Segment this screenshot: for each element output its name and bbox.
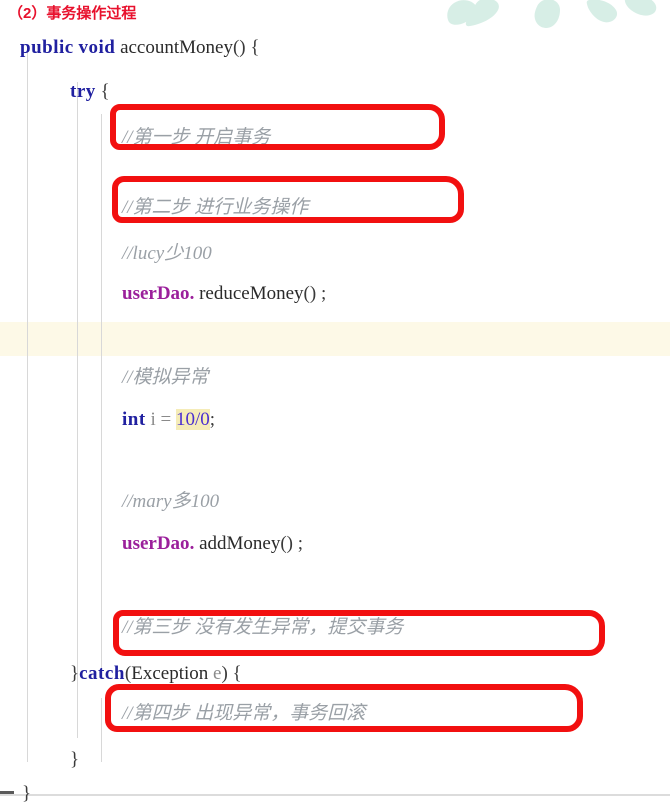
code-line-19[interactable]: } [22,784,31,803]
page-title: （2）事务操作过程 [8,5,137,22]
code-line-6-comment-lucy[interactable]: //lucy少100 [122,244,212,263]
keyword-public: public [20,37,74,58]
code-line-12-comment-mary[interactable]: //mary多100 [122,492,219,511]
field-userDao: userDao [122,283,190,304]
brace-close-method: } [22,783,32,804]
type-Exception: Exception [131,663,209,684]
semicolon-int: ; [209,409,215,430]
method-name-accountMoney: accountMoney [120,37,233,58]
indent-guide-level-3b [101,698,102,762]
code-line-3-comment-step1[interactable]: //第一步 开启事务 [122,128,270,147]
brace-close-catch: } [70,749,80,770]
keyword-try: try [70,81,96,102]
code-line-15-comment-step3[interactable]: //第三步 没有发生异常，提交事务 [122,618,403,637]
code-line-1[interactable]: public void accountMoney() { [20,38,260,57]
keyword-catch: catch [79,663,125,684]
semicolon-addMoney: ; [297,533,304,554]
brace-open-catch: { [232,663,242,684]
brace-open-method: { [250,37,260,58]
brace-open-try: { [100,81,110,102]
bottom-left-tick [0,791,14,794]
indent-guide-level-1 [27,50,28,762]
selected-expression-10-0[interactable]: 10/0 [175,409,210,430]
code-block[interactable]: public void accountMoney() { try { //第一步… [0,26,670,803]
indent-guide-level-3 [101,114,102,674]
code-line-5-comment-step2[interactable]: //第二步 进行业务操作 [122,198,308,217]
code-line-16[interactable]: }catch(Exception e) { [70,664,242,683]
code-line-18[interactable]: } [70,750,79,769]
brace-close-try: } [70,663,80,684]
bottom-separator [0,794,670,796]
code-line-7[interactable]: userDao. reduceMoney() ; [122,284,326,303]
method-addMoney: addMoney [199,533,281,554]
parens-reduceMoney: () [303,283,317,304]
method-reduceMoney: reduceMoney [199,283,304,304]
code-line-9-comment-mock[interactable]: //模拟异常 [122,368,209,387]
semicolon-reduceMoney: ; [320,283,327,304]
keyword-int: int [122,409,146,430]
equals-sign: = [160,409,172,430]
code-line-13[interactable]: userDao. addMoney() ; [122,534,303,553]
parens-accountMoney: () [232,37,246,58]
field-userDao-2: userDao [122,533,190,554]
code-line-10[interactable]: int i = 10/0; [122,409,215,430]
parens-addMoney: () [280,533,293,554]
keyword-void: void [78,37,116,58]
code-line-17-comment-step4[interactable]: //第四步 出现异常，事务回滚 [122,704,365,723]
code-line-2[interactable]: try { [70,82,110,101]
indent-guide-level-2 [77,82,78,738]
